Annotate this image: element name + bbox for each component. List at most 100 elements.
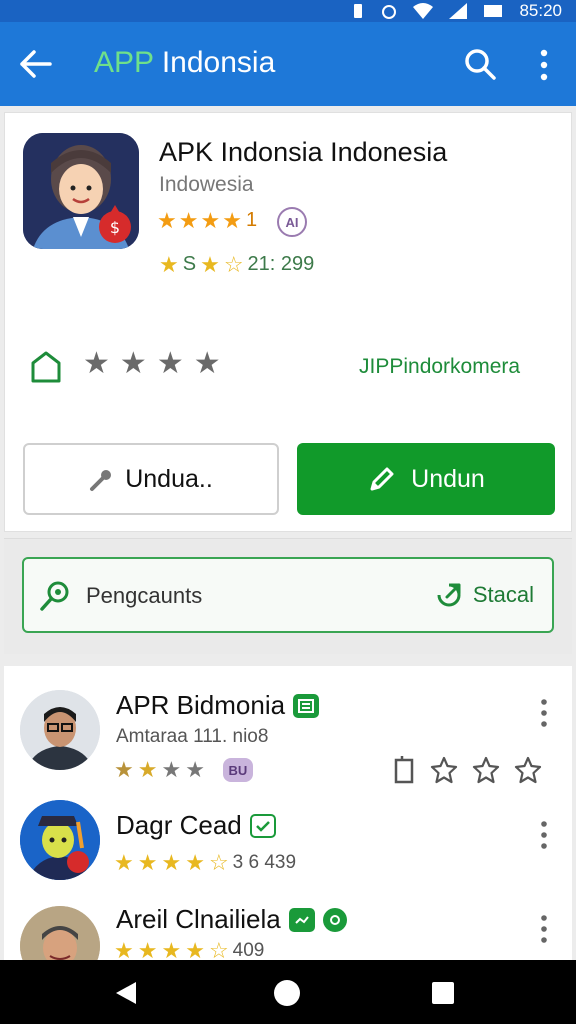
star-outline-icon[interactable] <box>472 756 500 784</box>
star-icon[interactable]: ★ <box>194 349 221 379</box>
avatar <box>20 690 100 770</box>
arrow-left-icon[interactable] <box>18 48 54 80</box>
chart-badge-icon <box>288 907 315 932</box>
status-time: 85:20 <box>519 1 562 20</box>
more-vertical-icon[interactable] <box>530 48 558 82</box>
rate-stars[interactable]: ★ ★ ★ ★ <box>83 349 221 379</box>
nav-back-icon[interactable] <box>114 980 138 1006</box>
wrench-icon <box>90 470 112 491</box>
signal-icon <box>449 3 468 19</box>
info-box[interactable]: Pengcaunts Stacal <box>22 557 554 633</box>
list-item[interactable]: Dagr Cead ★ ★ ★ ★ ☆ 3 6 439 <box>4 796 572 886</box>
item-title: Areil Clnailiela <box>116 904 347 935</box>
character-icon <box>20 800 100 880</box>
info-right-label: Stacal <box>472 582 534 607</box>
item-subtitle: Amtaraa 111. nio8 <box>116 726 269 747</box>
info-left-label: Pengcaunts <box>86 583 203 608</box>
info-strip: Pengcaunts Stacal <box>4 538 572 654</box>
star-icon: ★ <box>137 850 158 875</box>
content-rating-badge: AI <box>277 207 307 237</box>
app-rating: ★ ★ ★ ★ 1 <box>157 209 257 232</box>
item-actions <box>392 756 542 784</box>
star-icon: ★ <box>161 850 182 875</box>
star-half-icon: ☆ <box>208 850 229 875</box>
item-rating: ★ ★ ★ ★ ☆ 3 6 439 <box>114 852 296 874</box>
title-prefix: APP <box>94 46 154 79</box>
app-icon: $ <box>23 133 139 249</box>
coin-badge-icon <box>322 907 347 932</box>
star-icon: ★ <box>222 207 242 233</box>
star-icon: ★ <box>157 207 177 233</box>
star-icon: ★ <box>200 207 221 233</box>
location-search-icon <box>40 581 69 611</box>
alarm-icon <box>382 5 397 19</box>
star-icon[interactable]: ★ <box>83 349 110 379</box>
page-title: APP Indonsia <box>94 46 275 80</box>
app-bar: APP Indonsia <box>0 22 576 106</box>
secondary-button-label: Undua.. <box>125 464 213 493</box>
star-half-icon: ☆ <box>208 938 229 963</box>
share-icon <box>437 583 461 607</box>
info-left[interactable]: Pengcaunts <box>38 579 202 613</box>
battery-icon <box>484 5 503 17</box>
star-icon[interactable]: ★ <box>120 349 147 379</box>
person-photo-icon <box>20 690 100 770</box>
star-outline-icon[interactable] <box>514 756 542 784</box>
svg-text:$: $ <box>110 218 120 237</box>
item-title-text: Dagr Cead <box>116 810 242 840</box>
download-button-label: Undun <box>411 464 485 493</box>
item-rating: ★ ★ ★ ★ BU <box>114 758 253 782</box>
search-icon[interactable] <box>462 46 498 82</box>
nav-recents-icon[interactable] <box>432 982 454 1004</box>
star-icon: ★ <box>137 757 158 782</box>
star-icon: ★ <box>161 757 182 782</box>
avatar-illustration-icon: $ <box>23 133 139 249</box>
person-photo-icon <box>20 906 100 966</box>
app-name: APK Indonsia Indonesia <box>159 137 448 167</box>
info-right[interactable]: Stacal <box>433 579 534 611</box>
item-title-text: APR Bidmonia <box>116 690 286 720</box>
secondary-download-button[interactable]: Undua.. <box>23 443 279 515</box>
rating2-label: S <box>182 253 197 275</box>
app-card: $ APK Indonsia Indonesia Indowesia ★ ★ ★… <box>4 112 572 532</box>
check-badge-icon <box>249 813 276 838</box>
status-bar: 85:20 <box>0 0 576 22</box>
rating2-value: 21: 299 <box>247 253 315 275</box>
avatar <box>20 800 100 880</box>
home-icon[interactable] <box>29 349 63 383</box>
secondary-rating: ★ S ★ ☆ 21: 299 <box>159 253 314 276</box>
nav-home-icon[interactable] <box>274 980 300 1006</box>
star-icon: ★ <box>200 251 220 277</box>
wifi-icon <box>413 3 434 19</box>
developer-link[interactable]: JIPPindorkomera <box>359 355 520 379</box>
navigation-bar <box>0 960 576 1024</box>
vibrate-icon <box>354 4 363 18</box>
star-half-icon: ☆ <box>223 251 244 277</box>
star-icon[interactable]: ★ <box>157 349 184 379</box>
pencil-icon <box>370 467 394 491</box>
star-icon: ★ <box>137 938 158 963</box>
item-rating-value: 409 <box>232 940 265 961</box>
bookmark-icon[interactable] <box>392 756 416 784</box>
more-vertical-icon[interactable] <box>534 914 554 944</box>
star-outline-icon[interactable] <box>430 756 458 784</box>
avatar <box>20 906 100 966</box>
list-item[interactable]: APR Bidmonia Amtaraa 111. nio8 ★ ★ ★ ★ B… <box>4 666 572 786</box>
list-item[interactable]: Areil Clnailiela ★ ★ ★ ★ ☆ 409 <box>4 900 572 966</box>
star-icon: ★ <box>185 757 205 782</box>
star-icon: ★ <box>114 757 134 782</box>
app-subtitle: Indowesia <box>159 173 254 196</box>
item-chip: BU <box>222 758 253 782</box>
star-icon: ★ <box>161 938 182 963</box>
related-apps-list: APR Bidmonia Amtaraa 111. nio8 ★ ★ ★ ★ B… <box>4 666 572 966</box>
item-title-text: Areil Clnailiela <box>116 904 281 934</box>
star-icon: ★ <box>185 938 205 963</box>
title-rest: Indonsia <box>153 46 276 79</box>
more-vertical-icon[interactable] <box>534 698 554 728</box>
rating-value: 1 <box>245 209 258 231</box>
download-button[interactable]: Undun <box>297 443 555 515</box>
star-icon: ★ <box>178 207 199 233</box>
item-rating: ★ ★ ★ ★ ☆ 409 <box>114 940 264 962</box>
star-icon: ★ <box>185 850 205 875</box>
more-vertical-icon[interactable] <box>534 820 554 850</box>
